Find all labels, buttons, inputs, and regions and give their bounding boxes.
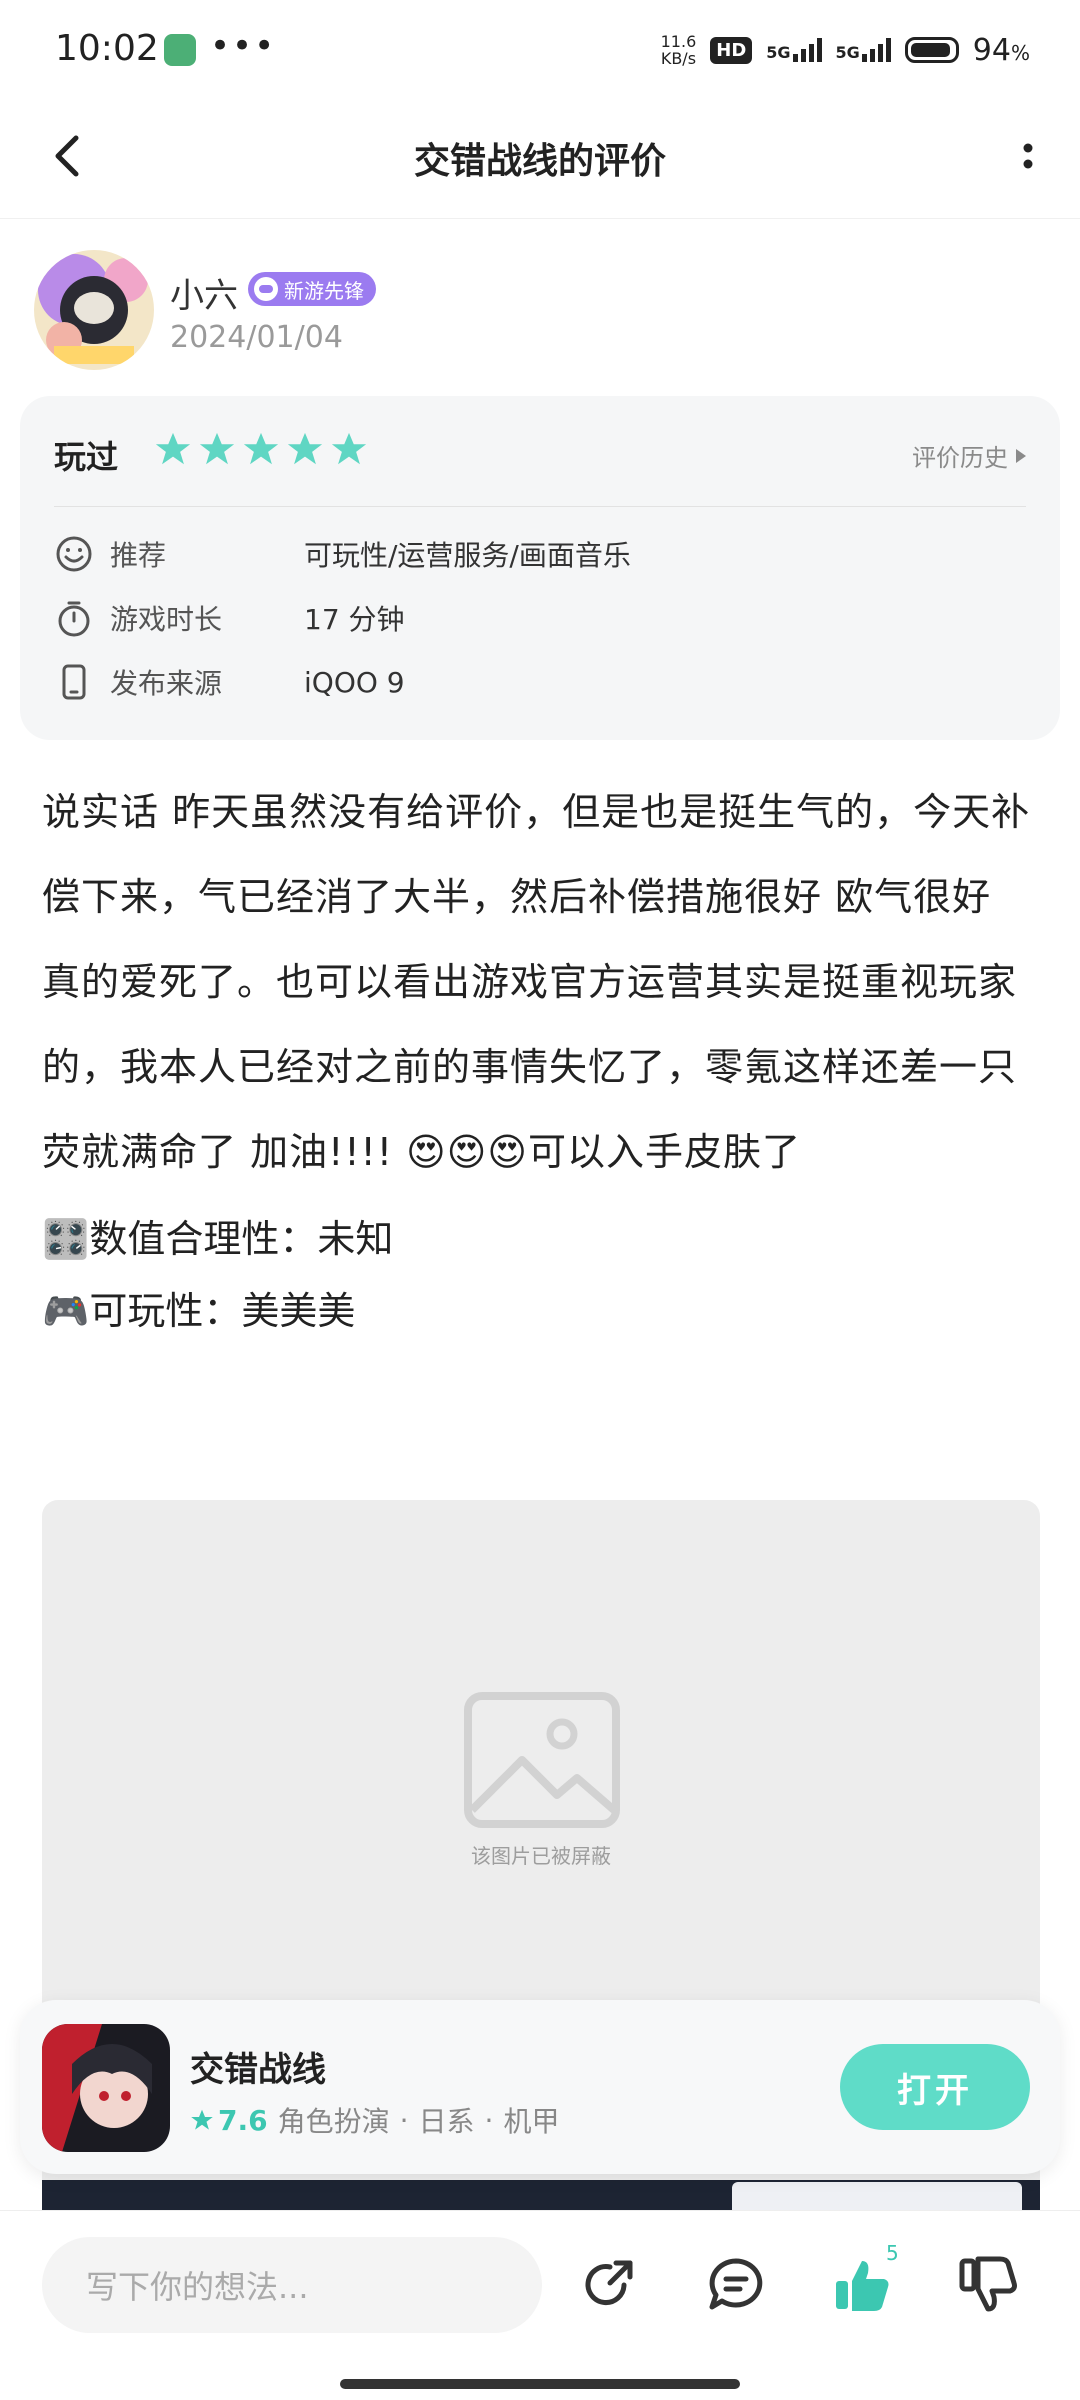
network-speed-value: 11.6 xyxy=(660,32,697,51)
battery-icon xyxy=(904,37,959,63)
game-tag: 机甲 xyxy=(503,2105,560,2138)
game-controller-icon: 🎮 xyxy=(42,1289,90,1333)
page-title: 交错战线的评价 xyxy=(413,141,666,182)
hd-icon: HD xyxy=(710,36,753,64)
thumbs-up-icon xyxy=(836,2261,889,2311)
review-content: 说实话 昨天虽然没有给评价，但是也是挺生气的，今天补偿下来，气已经消了大半，然后… xyxy=(42,770,1042,1339)
comment-button[interactable] xyxy=(704,2253,768,2317)
status-bar: 10:02 ••• 11.6 KB/s HD 5G 5G 94% xyxy=(0,0,1080,100)
star-icon xyxy=(331,432,367,465)
thumbs-down-icon xyxy=(959,2256,1017,2312)
star-icon xyxy=(199,432,235,465)
info-value: iQOO 9 xyxy=(304,665,405,699)
author-name[interactable]: 小六 xyxy=(170,268,238,317)
image-placeholder-icon xyxy=(464,1692,620,1828)
phone-icon xyxy=(62,664,86,700)
status-right: 11.6 KB/s HD 5G 5G 94% xyxy=(661,28,1030,72)
info-label: 推荐 xyxy=(110,539,167,572)
game-art-image xyxy=(42,2024,170,2152)
author-badge-label: 新游先锋 xyxy=(284,278,364,303)
star-icon xyxy=(243,432,279,465)
author-badge: 新游先锋 xyxy=(248,272,376,306)
game-rating: 7.6 xyxy=(190,2104,268,2137)
info-value: 可玩性/运营服务/画面音乐 xyxy=(304,539,631,572)
game-tag: 角色扮演 xyxy=(277,2105,390,2138)
review-text-b: 可以入手皮肤了 xyxy=(527,1130,801,1174)
divider xyxy=(54,506,1026,507)
game-card[interactable]: 交错战线 7.6 角色扮演 · 日系 · 机甲 打开 xyxy=(20,2000,1060,2174)
battery-percent: 94% xyxy=(972,32,1030,68)
more-notifications-icon: ••• xyxy=(210,26,277,66)
smile-icon xyxy=(56,536,92,572)
review-date: 2024/01/04 xyxy=(170,320,343,355)
game-icon xyxy=(42,2024,170,2152)
image-chip xyxy=(732,2182,1022,2210)
review-info-card: 玩过 评价历史 推荐 可玩性/运营服务/画面音乐 游戏时长 17 分钟 发布来源… xyxy=(20,396,1060,740)
review-line-numeric: 🎛️数值合理性：未知 xyxy=(42,1211,1042,1267)
control-knobs-icon: 🎛️ xyxy=(42,1217,90,1261)
signal-1-icon: 5G xyxy=(766,38,822,62)
game-rating-value: 7.6 xyxy=(218,2103,268,2137)
dislike-button[interactable] xyxy=(956,2253,1020,2317)
signal-2-label: 5G xyxy=(835,43,860,62)
heart-eyes-emoji-icon: 😍😍😍 xyxy=(406,1130,528,1174)
rating-history-link[interactable]: 评价历史 xyxy=(912,438,1026,473)
play-status: 玩过 xyxy=(54,438,119,476)
author-header: 小六 新游先锋 2024/01/04 xyxy=(34,250,1044,380)
share-icon xyxy=(585,2260,633,2306)
info-row-recommend: 推荐 可玩性/运营服务/画面音乐 xyxy=(54,532,631,576)
app-notification-icon xyxy=(164,34,196,66)
open-game-button[interactable]: 打开 xyxy=(840,2044,1030,2130)
game-meta: 7.6 角色扮演 · 日系 · 机甲 xyxy=(190,2100,559,2140)
avatar-image xyxy=(34,250,154,370)
game-tag: 日系 xyxy=(418,2105,475,2138)
stopwatch-icon xyxy=(58,601,90,637)
avatar[interactable] xyxy=(34,250,154,370)
game-name: 交错战线 xyxy=(190,2050,326,2090)
comment-icon xyxy=(709,2258,763,2310)
title-bar: 交错战线的评价 xyxy=(0,100,1080,219)
like-button[interactable] xyxy=(830,2253,894,2317)
review-line-playability: 🎮可玩性：美美美 xyxy=(42,1283,1042,1339)
network-speed-unit: KB/s xyxy=(660,49,697,68)
triangle-right-icon xyxy=(1016,448,1026,463)
info-value: 17 分钟 xyxy=(304,603,405,636)
image-bottom-strip xyxy=(42,2180,1040,2210)
blocked-image-text: 该图片已被屏蔽 xyxy=(471,1844,611,1868)
comment-input[interactable]: 写下你的想法... xyxy=(42,2237,542,2333)
review-text-a: 说实话 昨天虽然没有给评价，但是也是挺生气的，今天补偿下来，气已经消了大半，然后… xyxy=(42,790,1031,1174)
home-indicator[interactable] xyxy=(340,2379,740,2389)
share-button[interactable] xyxy=(578,2253,642,2317)
rating-history-label: 评价历史 xyxy=(912,444,1008,472)
tag-separator: · xyxy=(484,2103,494,2137)
like-count: 5 xyxy=(886,2241,899,2265)
status-time: 10:02 xyxy=(55,28,159,69)
gamepad-icon xyxy=(254,277,278,301)
review-line-numeric-text: 数值合理性：未知 xyxy=(89,1217,394,1261)
tag-separator: · xyxy=(399,2103,409,2137)
star-rating xyxy=(154,430,368,468)
star-icon xyxy=(287,432,323,465)
info-row-playtime: 游戏时长 17 分钟 xyxy=(54,596,405,640)
vertical-dots-icon xyxy=(1023,143,1033,169)
info-row-source: 发布来源 iQOO 9 xyxy=(54,660,405,704)
signal-1-label: 5G xyxy=(766,43,791,62)
bottom-action-bar: 写下你的想法... 5 xyxy=(0,2210,1080,2400)
review-line-play-text: 可玩性：美美美 xyxy=(89,1289,356,1333)
more-options-button[interactable] xyxy=(998,126,1058,186)
review-paragraph: 说实话 昨天虽然没有给评价，但是也是挺生气的，今天补偿下来，气已经消了大半，然后… xyxy=(42,770,1042,1195)
review-page: 10:02 ••• 11.6 KB/s HD 5G 5G 94% 交错战线的评价… xyxy=(0,0,1080,2400)
star-icon xyxy=(155,432,191,465)
star-icon xyxy=(191,2109,213,2130)
info-label: 游戏时长 xyxy=(110,603,223,636)
signal-2-icon: 5G xyxy=(836,38,891,62)
info-label: 发布来源 xyxy=(110,667,223,700)
network-speed: 11.6 KB/s xyxy=(661,33,697,67)
